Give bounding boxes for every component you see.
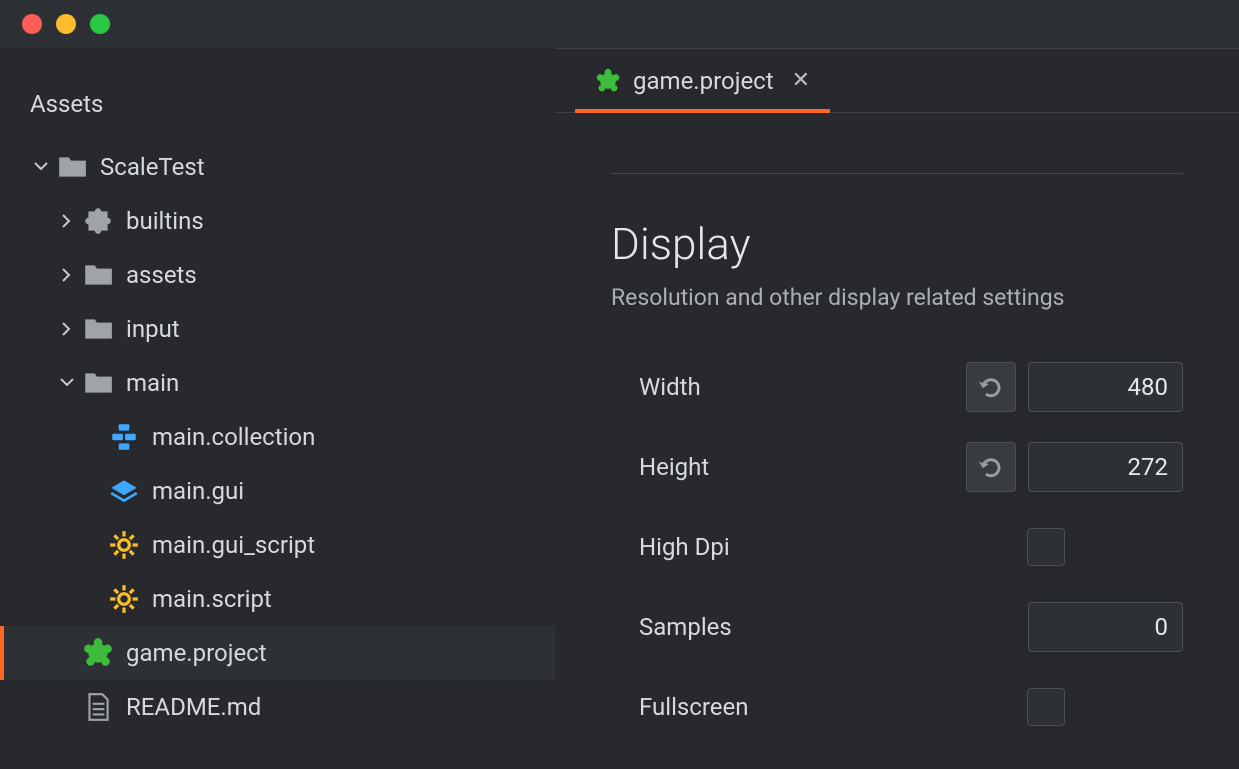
tree-label: game.project	[126, 639, 267, 667]
tree-row-main-collection[interactable]: main.collection	[0, 410, 555, 464]
setting-row-samples: Samples	[611, 587, 1183, 667]
tree-label: README.md	[126, 693, 261, 721]
project-icon	[82, 637, 114, 669]
editor-panel: game.project ✕ Display Resolution and ot…	[555, 48, 1239, 769]
tree-row-readme[interactable]: README.md	[0, 680, 555, 734]
window-titlebar	[0, 0, 1239, 48]
tree-label: main.gui_script	[152, 531, 315, 559]
reset-height-button[interactable]	[966, 442, 1016, 492]
tree-row-main-script[interactable]: main.script	[0, 572, 555, 626]
tab-label: game.project	[633, 67, 774, 95]
tree-row-main-gui-script[interactable]: main.gui_script	[0, 518, 555, 572]
tree-label: main.script	[152, 585, 272, 613]
chevron-down-icon[interactable]	[30, 156, 52, 178]
setting-row-height: Height	[611, 427, 1183, 507]
gear-icon	[108, 529, 140, 561]
asset-tree: ScaleTest builtins assets input	[0, 140, 555, 734]
reset-width-button[interactable]	[966, 362, 1016, 412]
folder-icon	[82, 367, 114, 399]
setting-label: Width	[611, 373, 966, 401]
tree-label: main.collection	[152, 423, 315, 451]
close-tab-icon[interactable]: ✕	[792, 68, 810, 93]
setting-label: Fullscreen	[611, 693, 1027, 721]
fullscreen-checkbox[interactable]	[1027, 688, 1065, 726]
tree-label: assets	[126, 261, 197, 289]
high-dpi-checkbox[interactable]	[1027, 528, 1065, 566]
tree-label: input	[126, 315, 180, 343]
gui-icon	[108, 475, 140, 507]
height-input[interactable]	[1028, 442, 1183, 492]
folder-icon	[56, 151, 88, 183]
gear-icon	[108, 583, 140, 615]
settings-section: Display Resolution and other display rel…	[555, 113, 1239, 747]
section-divider	[611, 173, 1183, 174]
chevron-right-icon[interactable]	[56, 318, 78, 340]
tree-row-input[interactable]: input	[0, 302, 555, 356]
chevron-down-icon[interactable]	[56, 372, 78, 394]
section-title: Display	[611, 218, 1183, 270]
setting-row-high-dpi: High Dpi	[611, 507, 1183, 587]
assets-sidebar: Assets ScaleTest builtins assets	[0, 48, 555, 769]
tree-label: main	[126, 369, 179, 397]
collection-icon	[108, 421, 140, 453]
tree-row-root[interactable]: ScaleTest	[0, 140, 555, 194]
tree-label: ScaleTest	[100, 153, 205, 181]
setting-row-width: Width	[611, 347, 1183, 427]
folder-icon	[82, 259, 114, 291]
chevron-right-icon[interactable]	[56, 210, 78, 232]
width-input[interactable]	[1028, 362, 1183, 412]
setting-label: Samples	[611, 613, 1028, 641]
sidebar-title: Assets	[0, 76, 555, 140]
tree-row-game-project[interactable]: game.project	[0, 626, 555, 680]
tree-label: builtins	[126, 207, 204, 235]
project-icon	[595, 68, 621, 94]
folder-icon	[82, 313, 114, 345]
tree-row-builtins[interactable]: builtins	[0, 194, 555, 248]
tree-label: main.gui	[152, 477, 244, 505]
setting-row-fullscreen: Fullscreen	[611, 667, 1183, 747]
chevron-right-icon[interactable]	[56, 264, 78, 286]
tree-row-main[interactable]: main	[0, 356, 555, 410]
tree-row-main-gui[interactable]: main.gui	[0, 464, 555, 518]
file-icon	[82, 691, 114, 723]
setting-label: Height	[611, 453, 966, 481]
close-window-button[interactable]	[22, 14, 42, 34]
tree-row-assets[interactable]: assets	[0, 248, 555, 302]
section-subtitle: Resolution and other display related set…	[611, 284, 1183, 311]
minimize-window-button[interactable]	[56, 14, 76, 34]
tab-game-project[interactable]: game.project ✕	[575, 49, 830, 112]
puzzle-icon	[82, 205, 114, 237]
editor-tabs: game.project ✕	[555, 49, 1239, 113]
samples-input[interactable]	[1028, 602, 1183, 652]
maximize-window-button[interactable]	[90, 14, 110, 34]
setting-label: High Dpi	[611, 533, 1027, 561]
